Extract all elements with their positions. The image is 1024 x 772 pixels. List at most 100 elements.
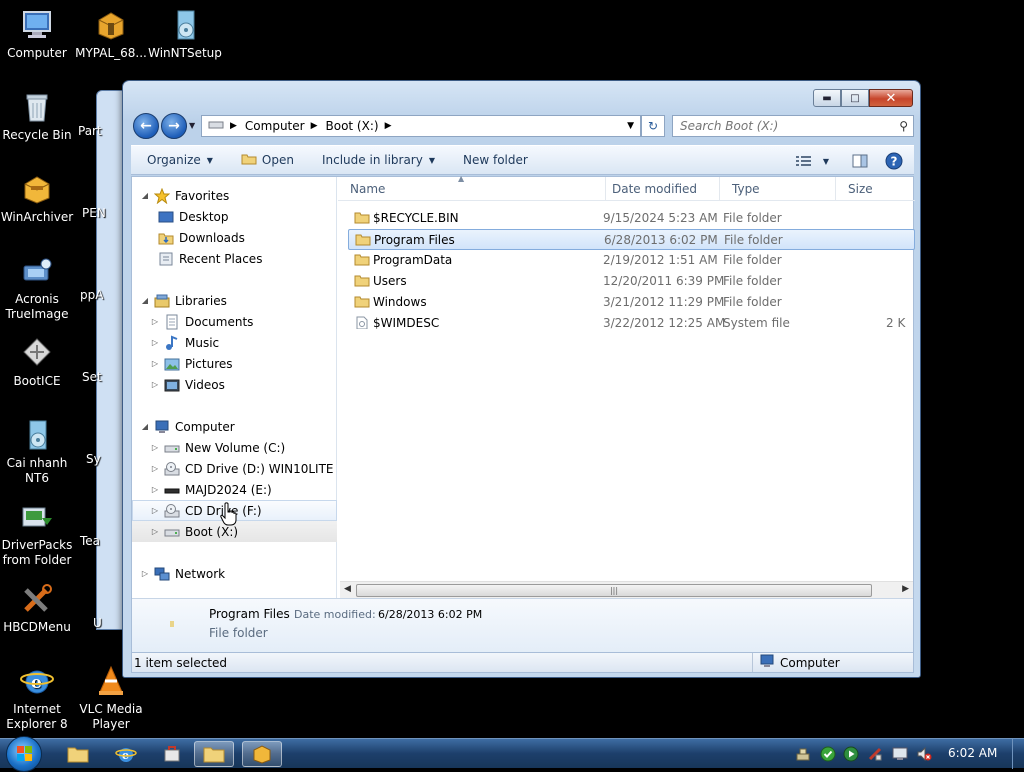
- scroll-right-icon[interactable]: ▶: [902, 584, 909, 594]
- nav-music[interactable]: ▷ Music: [132, 332, 337, 353]
- recent-pages-dropdown-icon[interactable]: ▼: [189, 121, 195, 130]
- scroll-left-icon[interactable]: ◀: [344, 584, 351, 594]
- nav-new-volume-c[interactable]: ▷ New Volume (C:): [132, 437, 337, 458]
- acronis-icon: [20, 254, 54, 288]
- back-button[interactable]: ←: [133, 113, 159, 139]
- desktop-icon-computer[interactable]: Computer: [0, 8, 74, 61]
- preview-pane-icon: [852, 154, 868, 168]
- collapse-icon[interactable]: ◢: [140, 296, 150, 305]
- column-name[interactable]: Name ▲: [338, 174, 606, 201]
- file-row-users[interactable]: Users 12/20/2011 6:39 PM File folder: [348, 271, 915, 292]
- nav-downloads[interactable]: Downloads: [132, 227, 337, 248]
- help-button[interactable]: ?: [884, 151, 904, 171]
- expand-icon[interactable]: ▷: [150, 506, 160, 515]
- expand-icon[interactable]: ▷: [150, 380, 160, 389]
- maximize-icon: □: [850, 92, 860, 104]
- search-icon[interactable]: ⚲: [899, 119, 908, 133]
- breadcrumb-separator-icon[interactable]: ▶: [230, 121, 237, 131]
- minimize-button[interactable]: ▬: [813, 89, 841, 107]
- file-row-programdata[interactable]: ProgramData 2/19/2012 1:51 AM File folde…: [348, 250, 915, 271]
- preview-pane-button[interactable]: [850, 151, 870, 171]
- desktop-icon-label: BootICE: [13, 374, 61, 388]
- desktop-icon-mypal[interactable]: MYPAL_68...: [74, 8, 148, 61]
- start-button[interactable]: [6, 736, 42, 772]
- breadcrumb-computer[interactable]: Computer: [245, 119, 305, 133]
- file-row-windows[interactable]: Windows 3/21/2012 11:29 PM File folder: [348, 292, 915, 313]
- expand-icon[interactable]: ▷: [150, 464, 160, 473]
- nav-computer[interactable]: ◢ Computer: [132, 416, 337, 437]
- breadcrumb-boot-x[interactable]: Boot (X:): [326, 119, 379, 133]
- nav-cd-drive-d[interactable]: ▷ CD Drive (D:) WIN10LITE: [132, 458, 337, 479]
- nav-desktop[interactable]: Desktop: [132, 206, 337, 227]
- taskbar-ie-button[interactable]: e: [106, 741, 146, 767]
- expand-icon[interactable]: ▷: [150, 527, 160, 536]
- expand-icon[interactable]: ▷: [150, 443, 160, 452]
- desktop-icon-label: Acronis TrueImage: [5, 292, 69, 321]
- desktop-icon-label: WinArchiver: [0, 210, 74, 224]
- expand-icon[interactable]: ▷: [150, 338, 160, 347]
- collapse-icon[interactable]: ◢: [140, 191, 150, 200]
- file-row-recycle-bin[interactable]: $RECYCLE.BIN 9/15/2024 5:23 AM File fold…: [348, 208, 915, 229]
- taskbar-clock[interactable]: 6:02 AM: [948, 746, 997, 760]
- nav-favorites[interactable]: ◢ Favorites: [132, 185, 337, 206]
- partial-label: Tea: [80, 534, 101, 548]
- desktop-icon-hbcdmenu[interactable]: HBCDMenu: [0, 582, 74, 635]
- nav-recent-places[interactable]: Recent Places: [132, 248, 337, 269]
- desktop-icon-winarchiver[interactable]: WinArchiver: [0, 172, 74, 225]
- nav-label: CD Drive (D:) WIN10LITE: [185, 461, 334, 476]
- horizontal-scrollbar[interactable]: ◀ ||| ▶: [340, 581, 913, 598]
- expand-icon[interactable]: ▷: [150, 317, 160, 326]
- collapse-icon[interactable]: ◢: [140, 422, 150, 431]
- archive-icon: [253, 745, 271, 764]
- desktop-icon-bootice[interactable]: BootICE: [0, 336, 74, 389]
- tray-play-icon[interactable]: [843, 746, 859, 762]
- desktop-icon-cai-nhanh[interactable]: Cai nhanh NT6: [0, 418, 74, 486]
- taskbar-winarchiver-button[interactable]: [242, 741, 282, 767]
- breadcrumb-separator-icon[interactable]: ▶: [311, 121, 318, 131]
- tray-network-icon[interactable]: [795, 746, 811, 762]
- open-button[interactable]: Open: [225, 146, 306, 174]
- breadcrumb-separator-icon[interactable]: ▶: [385, 121, 392, 131]
- nav-majd2024-e[interactable]: ▷ MAJD2024 (E:): [132, 479, 337, 500]
- desktop-icon-driverpacks[interactable]: DriverPacks from Folder: [0, 500, 74, 568]
- file-row-wimdesc[interactable]: $WIMDESC 3/22/2012 12:25 AM System file …: [348, 313, 915, 334]
- tray-security-icon[interactable]: [820, 746, 836, 762]
- new-folder-button[interactable]: New folder: [447, 146, 540, 174]
- refresh-button[interactable]: ↻: [641, 115, 665, 137]
- column-date-modified[interactable]: Date modified: [600, 177, 720, 201]
- expand-icon[interactable]: ▷: [140, 569, 150, 578]
- expand-icon[interactable]: ▷: [150, 485, 160, 494]
- taskbar-explorer-active-button[interactable]: [194, 741, 234, 767]
- scroll-thumb[interactable]: |||: [356, 584, 872, 597]
- show-desktop-button[interactable]: [1012, 739, 1024, 769]
- desktop-icon-acronis[interactable]: Acronis TrueImage: [0, 254, 74, 322]
- address-history-dropdown-icon[interactable]: ▼: [627, 121, 634, 131]
- column-size[interactable]: Size: [836, 177, 915, 201]
- nav-pictures[interactable]: ▷ Pictures: [132, 353, 337, 374]
- nav-libraries[interactable]: ◢ Libraries: [132, 290, 337, 311]
- close-button[interactable]: ✕: [869, 89, 913, 107]
- search-input[interactable]: [673, 116, 888, 136]
- view-options-button[interactable]: [794, 151, 814, 171]
- expand-icon[interactable]: ▷: [150, 359, 160, 368]
- taskbar-app-button[interactable]: [152, 741, 192, 767]
- desktop-icon-internet-explorer[interactable]: e Internet Explorer 8: [0, 664, 74, 732]
- file-row-program-files[interactable]: Program Files 6/28/2013 6:02 PM File fol…: [348, 229, 915, 250]
- organize-button[interactable]: Organize ▼: [131, 146, 225, 174]
- nav-documents[interactable]: ▷ Documents: [132, 311, 337, 332]
- column-type[interactable]: Type: [720, 177, 836, 201]
- include-in-library-button[interactable]: Include in library ▼: [306, 146, 447, 174]
- taskbar-explorer-button[interactable]: [58, 741, 98, 767]
- tray-app-icon[interactable]: [867, 746, 883, 762]
- view-dropdown-icon[interactable]: ▼: [816, 151, 836, 171]
- tray-volume-muted-icon[interactable]: [916, 746, 932, 762]
- tray-display-icon[interactable]: [892, 746, 908, 762]
- nav-videos[interactable]: ▷ Videos: [132, 374, 337, 395]
- maximize-button[interactable]: □: [841, 89, 869, 107]
- explorer-window[interactable]: ▬ □ ✕ ← → ▼ ▶ Computer ▶ Boot (X:) ▶ ▼ ↻…: [122, 80, 921, 678]
- forward-button[interactable]: →: [161, 113, 187, 139]
- desktop-icon-winntsetup[interactable]: WinNTSetup: [148, 8, 222, 61]
- desktop-icon-recycle-bin[interactable]: Recycle Bin: [0, 90, 74, 143]
- address-bar[interactable]: ▶ Computer ▶ Boot (X:) ▶ ▼: [201, 115, 641, 137]
- nav-network[interactable]: ▷ Network: [132, 563, 337, 584]
